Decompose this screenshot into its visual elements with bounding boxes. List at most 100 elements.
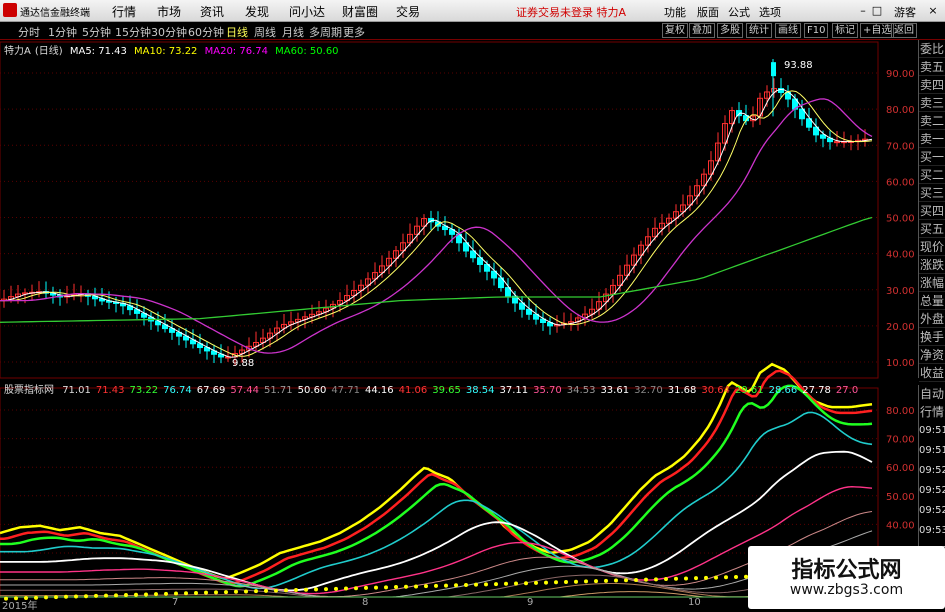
side-field[interactable]: 外盘 — [919, 310, 945, 328]
indicator-dot — [414, 584, 418, 589]
stock-name: 特力A — [4, 46, 31, 57]
indicator-dot — [634, 577, 638, 582]
indicator-dot — [654, 577, 658, 582]
indicator-value: 27.0 — [835, 385, 859, 396]
sub-side-label[interactable]: 行情 — [919, 403, 945, 421]
side-field[interactable]: 买五 — [919, 220, 945, 238]
indicator-value: 35.70 — [533, 385, 562, 396]
candle-body — [834, 141, 840, 144]
indicator-dot — [344, 586, 348, 591]
indicator-dot — [164, 591, 168, 596]
indicator-value: 76.74 — [163, 385, 192, 396]
indicator-value: 31.68 — [667, 385, 697, 396]
side-field[interactable]: 卖一 — [919, 130, 945, 148]
sub-y-tick-label: 40.00 — [886, 520, 915, 531]
sub-side-time: 09:52 — [919, 485, 945, 496]
y-tick-label: 60.00 — [886, 177, 915, 188]
side-field[interactable]: 收益 — [919, 364, 945, 382]
side-field[interactable]: 现价 — [919, 238, 945, 256]
y-tick-label: 10.00 — [886, 358, 915, 369]
indicator-value: 32.70 — [634, 385, 663, 396]
sub-side-label[interactable]: 自动 — [919, 385, 945, 403]
indicator-dot — [394, 585, 398, 590]
high-candle-body — [771, 62, 776, 77]
indicator-dot — [444, 583, 448, 588]
indicator-dot — [524, 581, 528, 586]
ma5-label: MA5: 71.43 — [69, 46, 127, 57]
side-field[interactable]: 卖四 — [919, 76, 945, 94]
side-field[interactable]: 总量 — [919, 292, 945, 310]
indicator-dot — [564, 580, 568, 585]
ma10-label: MA10: 73.22 — [134, 46, 198, 57]
indicator-dot — [374, 585, 378, 590]
sub-y-tick-label: 80.00 — [886, 406, 915, 417]
side-field[interactable]: 涨幅 — [919, 274, 945, 292]
y-tick-label: 20.00 — [886, 322, 915, 333]
indicator-dot — [704, 575, 708, 580]
indicator-value: 73.22 — [129, 385, 159, 396]
indicator-value: 71.01 — [62, 385, 91, 396]
watermark: 指标公式网 www.zbgs3.com — [748, 546, 945, 609]
indicator-value: 47.71 — [331, 385, 360, 396]
indicator-dot — [494, 582, 498, 587]
indicator-line — [0, 567, 873, 598]
indicator-dot — [424, 584, 428, 589]
indicator-dot — [544, 580, 548, 585]
indicator-dot — [484, 582, 488, 587]
indicator-line — [0, 369, 873, 585]
indicator-dot — [404, 584, 408, 589]
side-field[interactable]: 买二 — [919, 166, 945, 184]
indicator-value: 29.61 — [735, 385, 764, 396]
sub-side-time: 09:51 — [919, 445, 945, 456]
indicator-value: 30.64 — [701, 385, 730, 396]
side-field[interactable]: 卖五 — [919, 58, 945, 76]
indicator-dot — [224, 590, 228, 595]
indicator-line — [0, 549, 873, 598]
indicator-dot — [254, 589, 258, 594]
side-field[interactable]: 买四 — [919, 202, 945, 220]
indicator-dot — [624, 578, 628, 583]
side-field[interactable]: 买三 — [919, 184, 945, 202]
x-tick-sep: 9 — [527, 597, 534, 608]
indicator-value: 67.69 — [196, 385, 226, 396]
indicator-value: 44.16 — [364, 385, 394, 396]
indicator-line — [0, 384, 873, 588]
indicator-value: 27.78 — [802, 385, 831, 396]
indicator-dot — [244, 589, 248, 594]
indicator-dot — [264, 588, 268, 593]
indicator-dot — [334, 586, 338, 591]
indicator-dot — [284, 588, 288, 593]
side-field[interactable]: 卖三 — [919, 94, 945, 112]
indicator-value: 50.60 — [297, 385, 327, 396]
indicator-dot — [214, 590, 218, 595]
indicator-dot — [604, 578, 608, 583]
side-field[interactable]: 卖二 — [919, 112, 945, 130]
x-tick-oct: 10 — [688, 597, 701, 608]
sub-y-tick-label: 70.00 — [886, 435, 915, 446]
indicator-name[interactable]: 股票指标网 — [4, 385, 54, 396]
indicator-dot — [664, 577, 668, 582]
side-field[interactable]: 净资 — [919, 346, 945, 364]
indicator-dot — [324, 587, 328, 592]
indicator-dot — [734, 574, 738, 579]
low-price-label: 9.88 — [232, 358, 254, 369]
period-tag: (日线) — [34, 46, 63, 57]
side-field[interactable]: 买一 — [919, 148, 945, 166]
side-field[interactable]: 涨跌 — [919, 256, 945, 274]
high-price-label: 93.88 — [784, 60, 813, 71]
y-tick-label: 40.00 — [886, 250, 915, 261]
side-field[interactable]: 换手 — [919, 328, 945, 346]
main-chart-legend: 特力A (日线) MA5: 71.43 MA10: 73.22 MA20: 76.… — [4, 42, 343, 57]
indicator-value: 37.11 — [499, 385, 529, 396]
ma20-label: MA20: 76.74 — [204, 46, 268, 57]
indicator-dot — [154, 592, 158, 597]
indicator-dot — [674, 576, 678, 581]
indicator-dot — [174, 591, 178, 596]
indicator-dot — [204, 590, 208, 595]
indicator-dot — [474, 582, 478, 587]
main-chart-frame — [0, 41, 879, 379]
y-tick-label: 70.00 — [886, 141, 915, 152]
indicator-dot — [614, 578, 618, 583]
side-field[interactable]: 委比 — [919, 40, 945, 58]
charts-canvas[interactable]: 90.00 80.00 70.00 60.00 50.00 40.00 30.00 20.00… — [0, 0, 945, 609]
